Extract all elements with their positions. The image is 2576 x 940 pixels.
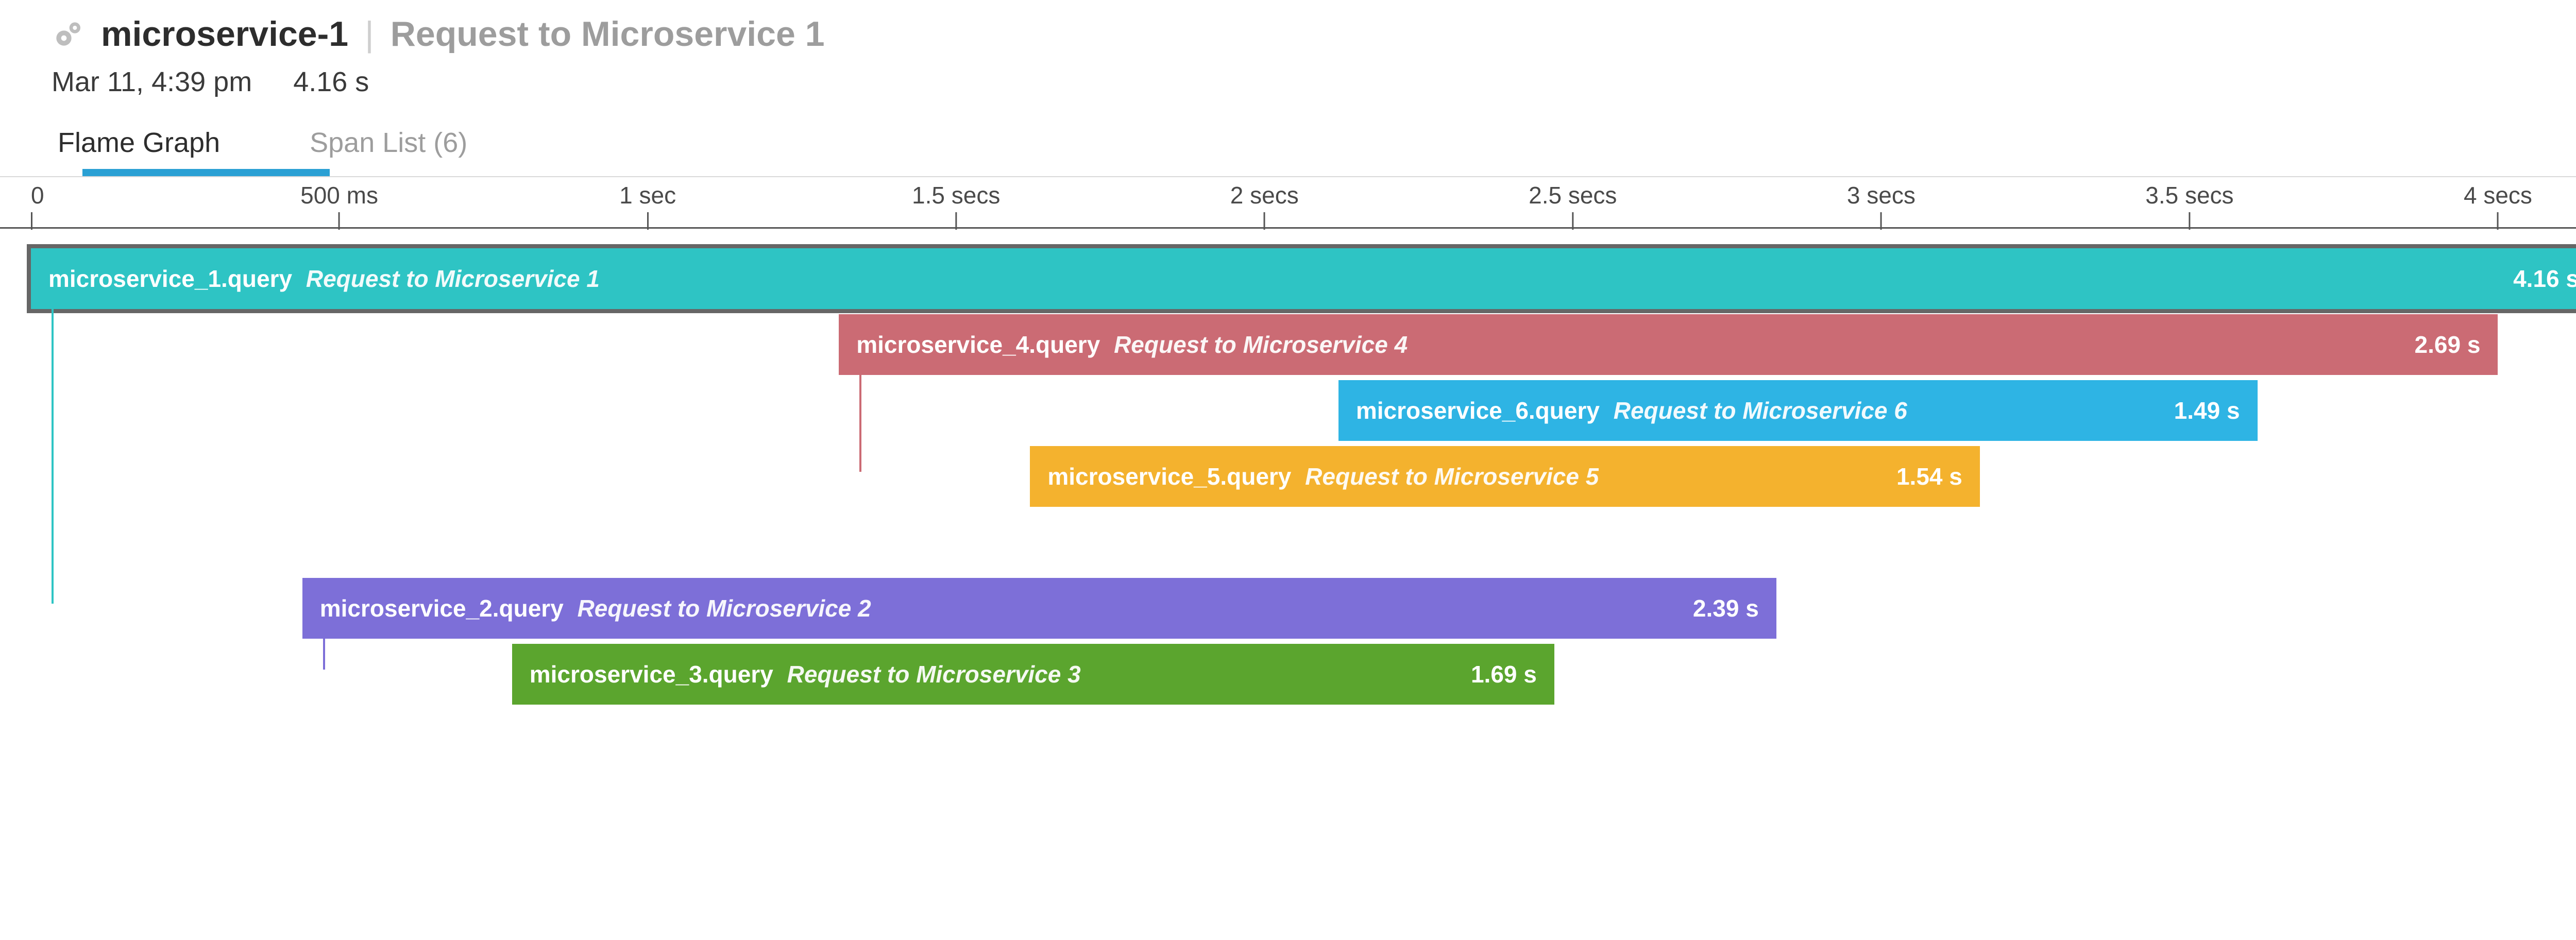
span-description: Request to Microservice 2 [571, 595, 871, 622]
span-duration: 1.54 s [1896, 463, 1962, 490]
axis-tick: 2.5 secs [1529, 181, 1617, 230]
axis-tick-label: 2 secs [1230, 181, 1299, 209]
span-label: microservice_6.query Request to Microser… [1356, 397, 1907, 424]
axis-tick: 3 secs [1847, 181, 1916, 230]
span-bar[interactable]: microservice_5.query Request to Microser… [1030, 446, 1980, 507]
axis-tick: 1.5 secs [912, 181, 1000, 230]
span-bar[interactable]: microservice_4.query Request to Microser… [839, 314, 2498, 375]
axis-tick-mark [2497, 212, 2499, 230]
span-bar[interactable]: microservice_6.query Request to Microser… [1338, 380, 2258, 441]
span-label: microservice_5.query Request to Microser… [1047, 463, 1599, 490]
span-description: Request to Microservice 6 [1607, 397, 1907, 424]
axis-tick-label: 3 secs [1847, 181, 1916, 209]
axis-tick-mark [1572, 212, 1573, 230]
span-description: Request to Microservice 1 [299, 265, 600, 292]
axis-tick-label: 2.5 secs [1529, 181, 1617, 209]
tabs-rule [0, 176, 2576, 177]
title-separator: | [365, 16, 374, 52]
meta-row: Mar 11, 4:39 pm 4.16 s [52, 66, 2576, 98]
axis-tick: 1 sec [619, 181, 676, 230]
span-description: Request to Microservice 5 [1298, 463, 1599, 490]
tab-underline [82, 169, 330, 176]
span-duration: 2.69 s [2415, 331, 2481, 358]
span-operation: microservice_4.query [856, 331, 1100, 358]
axis-tick-mark [338, 212, 340, 230]
time-axis: 0 500 ms 1 sec 1.5 secs 2 secs 2.5 secs 3 secs… [0, 181, 2576, 243]
trace-timestamp: Mar 11, 4:39 pm [52, 66, 252, 98]
axis-tick: 500 ms [300, 181, 378, 230]
span-label: microservice_3.query Request to Microser… [530, 660, 1081, 688]
axis-tick-label: 1.5 secs [912, 181, 1000, 209]
trace-tabs: Flame Graph Span List (6) [0, 127, 2576, 169]
span-operation: microservice_5.query [1047, 463, 1291, 490]
span-label: microservice_1.query Request to Microser… [48, 265, 600, 293]
span-label: microservice_2.query Request to Microser… [320, 594, 871, 622]
axis-tick: 2 secs [1230, 181, 1299, 230]
trace-header: microservice-1 | Request to Microservice… [0, 0, 2576, 98]
axis-tick-mark [955, 212, 957, 230]
span-label: microservice_4.query Request to Microser… [856, 331, 1408, 358]
axis-tick-mark [647, 212, 649, 230]
axis-tick-mark [31, 212, 32, 230]
axis-tick: 3.5 secs [2145, 181, 2233, 230]
span-operation: microservice_2.query [320, 595, 564, 622]
span-duration: 1.49 s [2174, 397, 2240, 424]
span-bar[interactable]: microservice_3.query Request to Microser… [512, 644, 1554, 705]
axis-tick: 0 [31, 181, 44, 230]
span-description: Request to Microservice 3 [781, 661, 1081, 688]
operation-name: Request to Microservice 1 [391, 16, 825, 52]
axis-tick-label: 4 secs [2464, 181, 2532, 209]
tab-flame-graph[interactable]: Flame Graph [52, 127, 226, 169]
span-bar[interactable]: microservice_1.query Request to Microser… [31, 248, 2576, 309]
span-bar[interactable]: microservice_2.query Request to Microser… [302, 578, 1776, 639]
axis-tick-label: 3.5 secs [2145, 181, 2233, 209]
axis-tick-label: 1 sec [619, 181, 676, 209]
span-duration: 2.39 s [1693, 594, 1759, 622]
trace-duration: 4.16 s [293, 66, 369, 98]
flame-graph[interactable]: microservice_1.query Request to Microser… [0, 243, 2576, 725]
axis-tick-mark [2189, 212, 2190, 230]
span-duration: 4.16 s [2513, 265, 2576, 293]
axis-tick-mark [1264, 212, 1265, 230]
span-operation: microservice_1.query [48, 265, 292, 292]
span-description: Request to Microservice 4 [1107, 331, 1408, 358]
span-operation: microservice_3.query [530, 661, 773, 688]
span-connector [859, 370, 861, 472]
span-duration: 1.69 s [1471, 660, 1537, 688]
axis-tick: 4 secs [2464, 181, 2532, 230]
span-connector [52, 304, 54, 604]
span-operation: microservice_6.query [1356, 397, 1600, 424]
service-name: microservice-1 [101, 16, 348, 52]
axis-tick-mark [1880, 212, 1882, 230]
axis-tick-label: 0 [31, 181, 44, 209]
span-connector [323, 634, 325, 670]
axis-tick-label: 500 ms [300, 181, 378, 209]
tab-span-list[interactable]: Span List (6) [303, 127, 473, 169]
title-row: microservice-1 | Request to Microservice… [52, 16, 2576, 52]
gear-icon [52, 18, 84, 50]
